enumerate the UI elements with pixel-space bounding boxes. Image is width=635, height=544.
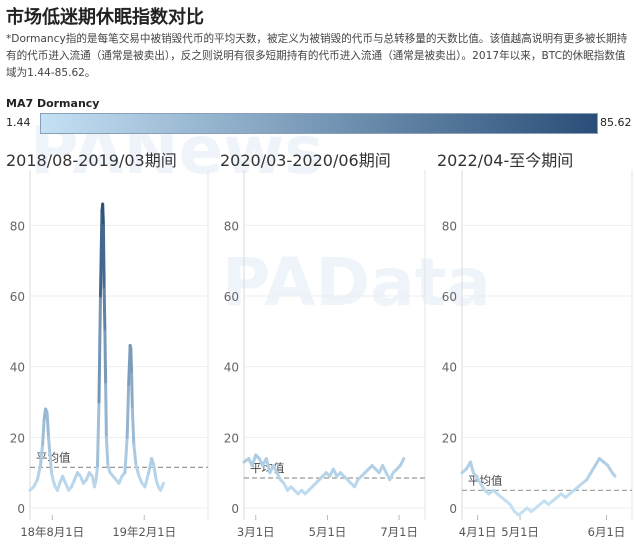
dormancy-line-segment [101, 223, 106, 291]
dormancy-line-segment [132, 442, 138, 468]
x-tick-label: 5月1日 [309, 525, 347, 539]
y-tick-label: 60 [10, 290, 25, 304]
dormancy-line-segment [102, 287, 107, 333]
dormancy-line-segment [104, 435, 110, 468]
dormancy-line-segment [98, 209, 104, 298]
y-tick-label: 20 [224, 431, 239, 445]
y-tick-label: 0 [449, 502, 457, 516]
dormancy-line-segment [130, 407, 136, 446]
dormancy-line-segment [41, 418, 46, 446]
y-tick-label: 20 [442, 431, 457, 445]
dormancy-line-segment [129, 347, 134, 376]
average-label: 平均值 [468, 473, 503, 487]
x-tick-label: 6月1日 [588, 525, 626, 539]
x-tick-label: 7月1日 [380, 525, 418, 539]
dormancy-line-segment [152, 464, 158, 482]
y-tick-label: 80 [10, 219, 25, 233]
dormancy-line-segment [130, 372, 134, 411]
dormancy-line-segment [159, 481, 165, 492]
y-tick-label: 80 [224, 219, 239, 233]
y-tick-label: 0 [17, 502, 25, 516]
dormancy-line-segment [125, 382, 131, 439]
x-tick-label: 4月1日 [459, 525, 497, 539]
y-tick-label: 40 [442, 361, 457, 375]
dormancy-line-segment [35, 464, 42, 482]
dormancy-line-segment [469, 460, 475, 475]
y-tick-label: 40 [10, 361, 25, 375]
dormancy-line-segment [97, 294, 102, 404]
dormancy-line-segment [143, 471, 151, 489]
dormancy-line-segment [103, 329, 108, 386]
x-tick-label: 5月1日 [501, 525, 539, 539]
dormancy-line-segment [47, 435, 52, 457]
dormancy-line-segment [610, 471, 617, 478]
y-tick-label: 60 [224, 290, 239, 304]
dormancy-line-segment [398, 457, 406, 468]
x-tick-label: 18年8月1日 [20, 525, 84, 539]
x-tick-label: 3月1日 [237, 525, 275, 539]
dormancy-line-segment [45, 411, 51, 439]
dormancy-line-segment [101, 202, 105, 227]
y-tick-label: 80 [442, 219, 457, 233]
dormancy-line-segment [104, 382, 108, 439]
y-tick-label: 20 [10, 431, 25, 445]
dormancy-line-segment [95, 400, 101, 468]
y-tick-label: 0 [231, 502, 239, 516]
dormancy-line-segment [48, 453, 54, 475]
x-tick-label: 19年2月1日 [112, 525, 176, 539]
y-tick-label: 60 [442, 290, 457, 304]
dormancy-charts: 0 20 40 60 80 18年8月1日 19年2月1日 平均值 0 20 40 60 80 3月1日 5… [10, 170, 633, 539]
dormancy-line-segment [94, 464, 99, 482]
y-tick-label: 40 [224, 361, 239, 375]
